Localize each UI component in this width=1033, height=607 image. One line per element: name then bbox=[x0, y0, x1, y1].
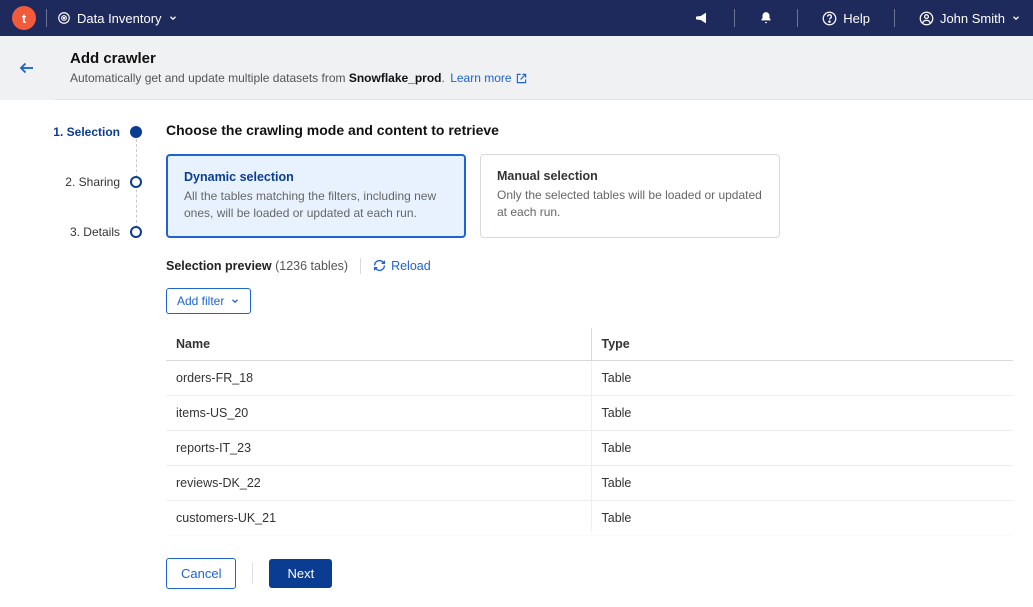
help-icon bbox=[822, 11, 837, 26]
help-link[interactable]: Help bbox=[822, 11, 870, 26]
page-title: Add crawler bbox=[70, 50, 1017, 67]
table-row[interactable]: reviews-DK_22Table bbox=[166, 465, 1013, 500]
content-heading: Choose the crawling mode and content to … bbox=[166, 122, 1013, 138]
table-row[interactable]: orders-FR_18Table bbox=[166, 360, 1013, 395]
step-dot-icon bbox=[130, 226, 142, 238]
cell-name: customers-UK_21 bbox=[166, 500, 591, 535]
step-selection[interactable]: 1. Selection bbox=[0, 122, 150, 142]
mode-dynamic-title: Dynamic selection bbox=[184, 170, 448, 184]
add-filter-label: Add filter bbox=[177, 294, 224, 308]
target-icon bbox=[57, 11, 71, 25]
learn-more-label: Learn more bbox=[450, 71, 511, 85]
cell-name: orders-FR_18 bbox=[166, 360, 591, 395]
action-bar: Cancel Next bbox=[166, 540, 1013, 607]
chevron-down-icon bbox=[230, 296, 240, 306]
inventory-selector-label: Data Inventory bbox=[77, 11, 162, 26]
subtitle-post: . bbox=[442, 71, 445, 85]
cell-type: Table bbox=[591, 535, 1013, 540]
user-icon bbox=[919, 11, 934, 26]
top-nav: t Data Inventory Help Joh bbox=[0, 0, 1033, 36]
reload-label: Reload bbox=[391, 259, 431, 273]
reload-icon bbox=[373, 259, 386, 272]
step-label: 2. Sharing bbox=[65, 175, 120, 189]
mode-manual-desc: Only the selected tables will be loaded … bbox=[497, 187, 763, 221]
table-row[interactable]: customers-UK_21Table bbox=[166, 500, 1013, 535]
source-name: Snowflake_prod bbox=[349, 71, 442, 85]
add-filter-button[interactable]: Add filter bbox=[166, 288, 251, 314]
main-area: 1. Selection 2. Sharing 3. Details Choos… bbox=[0, 100, 1033, 607]
mode-dynamic-card[interactable]: Dynamic selection All the tables matchin… bbox=[166, 154, 466, 238]
cell-name: reviews-DK_22 bbox=[166, 465, 591, 500]
step-label: 3. Details bbox=[70, 225, 120, 239]
step-details[interactable]: 3. Details bbox=[0, 222, 150, 242]
selection-table: Name Type orders-FR_18Table items-US_20T… bbox=[166, 328, 1013, 540]
step-dot-icon bbox=[130, 176, 142, 188]
user-menu[interactable]: John Smith bbox=[919, 11, 1021, 26]
nav-divider bbox=[734, 9, 735, 27]
announcement-icon[interactable] bbox=[694, 10, 710, 26]
inventory-selector[interactable]: Data Inventory bbox=[57, 11, 178, 26]
steps-sidebar: 1. Selection 2. Sharing 3. Details bbox=[0, 100, 150, 607]
nav-divider bbox=[46, 9, 47, 27]
mode-manual-title: Manual selection bbox=[497, 169, 763, 183]
page-subheader: Add crawler Automatically get and update… bbox=[0, 36, 1033, 100]
next-button[interactable]: Next bbox=[269, 559, 332, 588]
cell-type: Table bbox=[591, 360, 1013, 395]
col-header-type[interactable]: Type bbox=[591, 328, 1013, 361]
chevron-down-icon bbox=[168, 13, 178, 23]
table-row[interactable]: items-US_20Table bbox=[166, 395, 1013, 430]
app-logo[interactable]: t bbox=[12, 6, 36, 30]
nav-divider bbox=[894, 9, 895, 27]
col-header-name[interactable]: Name bbox=[166, 328, 591, 361]
table-row[interactable]: reports-IT_23Table bbox=[166, 430, 1013, 465]
subtitle-pre: Automatically get and update multiple da… bbox=[70, 71, 349, 85]
external-link-icon bbox=[516, 73, 527, 84]
cell-type: Table bbox=[591, 465, 1013, 500]
reload-button[interactable]: Reload bbox=[373, 259, 431, 273]
cell-type: Table bbox=[591, 500, 1013, 535]
mode-dynamic-desc: All the tables matching the filters, inc… bbox=[184, 188, 448, 222]
back-button[interactable] bbox=[18, 59, 36, 77]
step-label: 1. Selection bbox=[53, 125, 120, 139]
user-name: John Smith bbox=[940, 11, 1005, 26]
cell-type: Table bbox=[591, 395, 1013, 430]
cancel-button[interactable]: Cancel bbox=[166, 558, 236, 589]
preview-count: (1236 tables) bbox=[275, 259, 348, 273]
nav-divider bbox=[797, 9, 798, 27]
divider bbox=[360, 258, 361, 274]
content-pane: Choose the crawling mode and content to … bbox=[150, 100, 1033, 607]
table-row[interactable]: sales-GE_19Table bbox=[166, 535, 1013, 540]
cell-name: reports-IT_23 bbox=[166, 430, 591, 465]
mode-manual-card[interactable]: Manual selection Only the selected table… bbox=[480, 154, 780, 238]
page-subtitle: Automatically get and update multiple da… bbox=[70, 71, 1017, 85]
cell-name: sales-GE_19 bbox=[166, 535, 591, 540]
bell-icon[interactable] bbox=[759, 11, 773, 25]
cell-name: items-US_20 bbox=[166, 395, 591, 430]
cell-type: Table bbox=[591, 430, 1013, 465]
divider bbox=[252, 562, 253, 584]
table-wrapper: Name Type orders-FR_18Table items-US_20T… bbox=[166, 328, 1013, 540]
preview-label: Selection preview bbox=[166, 259, 272, 273]
help-label: Help bbox=[843, 11, 870, 26]
step-dot-filled-icon bbox=[130, 126, 142, 138]
chevron-down-icon bbox=[1011, 13, 1021, 23]
learn-more-link[interactable]: Learn more bbox=[450, 71, 526, 85]
step-sharing[interactable]: 2. Sharing bbox=[0, 172, 150, 192]
